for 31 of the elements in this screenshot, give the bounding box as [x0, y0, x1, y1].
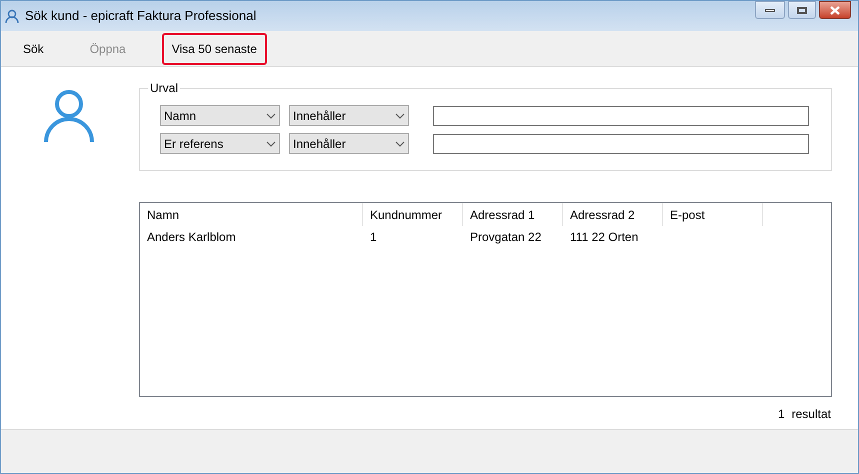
result-count: 1 [778, 406, 785, 423]
close-icon [829, 6, 841, 14]
window-title: Sök kund - epicraft Faktura Professional [25, 7, 256, 26]
maximize-button[interactable] [788, 1, 816, 19]
column-header[interactable]: Kundnummer [363, 203, 463, 226]
column-header[interactable]: Adressrad 1 [463, 203, 563, 226]
chevron-down-icon [395, 140, 405, 146]
dropdown[interactable]: Er referens [160, 133, 280, 154]
table-cell-text: Anders Karlblom [147, 229, 236, 246]
minimize-button[interactable] [755, 1, 785, 19]
toolbar-button[interactable]: Sök [13, 32, 54, 64]
search-field[interactable] [433, 106, 809, 126]
search-field[interactable] [433, 134, 809, 154]
toolbar-button[interactable]: Visa 50 senaste [162, 32, 267, 64]
column-header[interactable]: E-post [663, 203, 763, 226]
column-header[interactable]: Adressrad 2 [563, 203, 663, 226]
dropdown[interactable]: Innehåller [289, 133, 409, 154]
table-cell-text: Provgatan 22 [470, 229, 542, 246]
chevron-down-icon [266, 112, 276, 118]
close-button[interactable] [819, 1, 851, 19]
group-title: Urval [149, 80, 180, 97]
chevron-down-icon [395, 112, 405, 118]
user-icon [43, 89, 95, 143]
table-cell-text: 1 [370, 229, 377, 246]
result-label: resultat [792, 406, 831, 423]
table-cell-text: 111 22 Orten [570, 229, 638, 246]
column-header[interactable]: Namn [140, 203, 363, 226]
chevron-down-icon [266, 140, 276, 146]
user-icon [5, 8, 19, 24]
dropdown[interactable]: Namn [160, 105, 280, 126]
dropdown[interactable]: Innehåller [289, 105, 409, 126]
